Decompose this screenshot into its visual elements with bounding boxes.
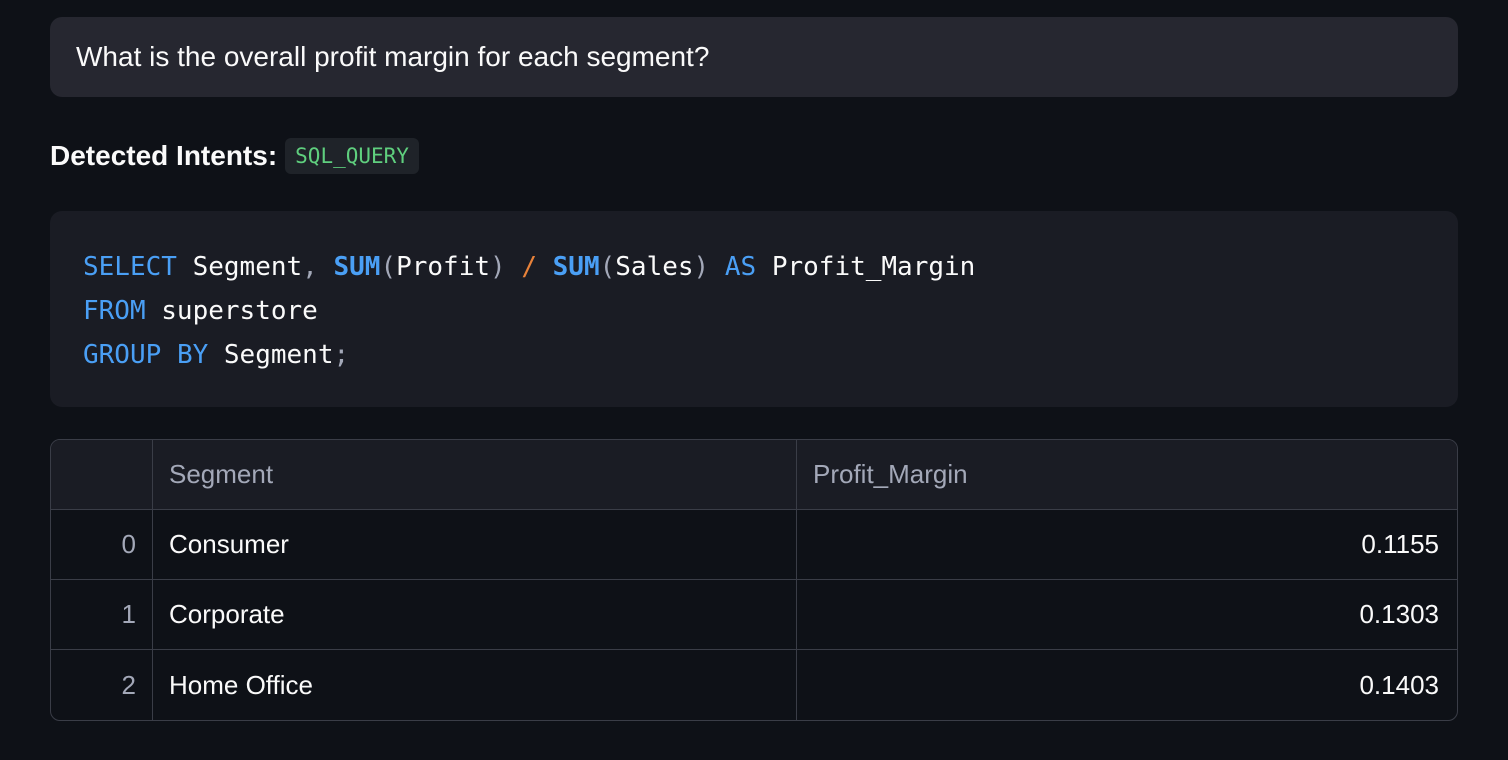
code-token: Profit xyxy=(396,252,491,282)
column-header-profit-margin[interactable]: Profit_Margin xyxy=(797,440,1457,509)
code-token: SUM xyxy=(333,252,381,282)
row-index: 2 xyxy=(51,650,153,720)
code-token: AS xyxy=(724,252,757,282)
user-question-message: What is the overall profit margin for ea… xyxy=(50,17,1458,97)
cell-profit-margin[interactable]: 0.1303 xyxy=(797,580,1457,649)
table-row: 2 Home Office 0.1403 xyxy=(51,650,1457,720)
table-row: 1 Corporate 0.1303 xyxy=(51,580,1457,650)
code-token: ( xyxy=(380,252,397,282)
cell-segment[interactable]: Home Office xyxy=(153,650,797,720)
code-line-1: SELECT Segment, SUM(Profit) / SUM(Sales)… xyxy=(83,245,1425,289)
column-header-index[interactable] xyxy=(51,440,153,509)
intents-label: Detected Intents: xyxy=(50,140,278,171)
row-index: 0 xyxy=(51,510,153,579)
cell-segment[interactable]: Corporate xyxy=(153,580,797,649)
column-header-segment[interactable]: Segment xyxy=(153,440,797,509)
code-line-2: FROM superstore xyxy=(83,289,1425,333)
cell-segment[interactable]: Consumer xyxy=(153,510,797,579)
code-token: Segment xyxy=(223,340,334,370)
code-token: ) xyxy=(490,252,506,282)
code-token: ( xyxy=(599,252,616,282)
intent-badge-sql-query: SQL_QUERY xyxy=(285,138,419,174)
code-token: Segment xyxy=(192,252,303,282)
table-row: 0 Consumer 0.1155 xyxy=(51,510,1457,580)
code-token: GROUP xyxy=(83,340,162,370)
row-index: 1 xyxy=(51,580,153,649)
page: What is the overall profit margin for ea… xyxy=(0,0,1508,760)
code-line-3: GROUP BY Segment; xyxy=(83,333,1425,377)
table-header-row: Segment Profit_Margin xyxy=(51,440,1457,510)
code-token: / xyxy=(521,252,537,282)
cell-profit-margin[interactable]: 0.1155 xyxy=(797,510,1457,579)
code-token: ) xyxy=(693,252,710,282)
code-token: BY xyxy=(176,340,209,370)
cell-profit-margin[interactable]: 0.1403 xyxy=(797,650,1457,720)
detected-intents: Detected Intents: SQL_QUERY xyxy=(50,136,419,176)
code-token: SUM xyxy=(552,252,600,282)
code-token: SELECT xyxy=(83,252,177,282)
code-token: , xyxy=(302,252,318,282)
results-dataframe[interactable]: Segment Profit_Margin 0 Consumer 0.1155 … xyxy=(50,439,1458,721)
code-token: Profit_Margin xyxy=(771,252,976,282)
code-token: FROM xyxy=(83,296,146,326)
code-token: superstore xyxy=(161,296,318,326)
sql-code-block: SELECT Segment, SUM(Profit) / SUM(Sales)… xyxy=(50,211,1458,407)
question-text: What is the overall profit margin for ea… xyxy=(76,41,710,72)
code-token: Sales xyxy=(615,252,694,282)
code-token: ; xyxy=(333,340,350,370)
